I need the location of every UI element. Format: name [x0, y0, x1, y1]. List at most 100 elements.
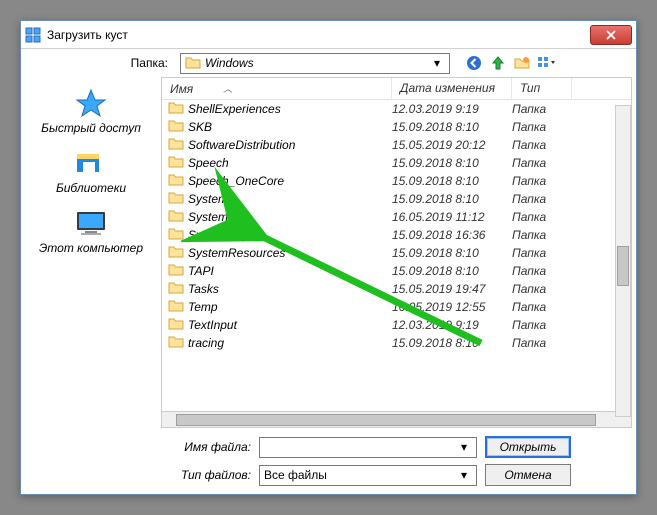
file-type: Папка	[512, 336, 572, 350]
filetype-label: Тип файлов:	[29, 468, 251, 482]
file-date: 16.05.2019 11:12	[392, 210, 512, 224]
file-type: Папка	[512, 300, 572, 314]
table-row[interactable]: SystemResources15.09.2018 8:10Папка	[162, 244, 631, 262]
back-icon[interactable]	[464, 53, 484, 73]
file-type: Папка	[512, 192, 572, 206]
place-libraries[interactable]: Библиотеки	[56, 147, 126, 195]
open-button[interactable]: Открыть	[485, 436, 571, 458]
chevron-down-icon: ▾	[456, 440, 472, 454]
file-date: 15.05.2019 20:12	[392, 138, 512, 152]
file-name: TAPI	[188, 264, 214, 278]
body-area: Быстрый доступ Библиотеки Этот компьютер…	[21, 77, 636, 428]
file-name: Tasks	[188, 282, 219, 296]
table-row[interactable]: Temp 16.05.2019 12:55Папка	[162, 298, 631, 316]
file-type: Папка	[512, 102, 572, 116]
table-row[interactable]: tracing 15.09.2018 8:10Папка	[162, 334, 631, 352]
star-icon	[73, 87, 109, 119]
file-date: 15.05.2019 19:47	[392, 282, 512, 296]
folder-icon	[168, 173, 184, 190]
file-name: SoftwareDistribution	[188, 138, 295, 152]
horizontal-scrollbar[interactable]	[162, 411, 631, 427]
place-label: Этот компьютер	[39, 241, 143, 255]
table-row[interactable]: ShellExperiences12.03.2019 9:19Папка	[162, 100, 631, 118]
folder-icon	[168, 209, 184, 226]
places-bar: Быстрый доступ Библиотеки Этот компьютер	[21, 77, 161, 428]
close-button[interactable]	[590, 25, 632, 45]
file-date: 15.09.2018 8:10	[392, 120, 512, 134]
folder-icon	[168, 155, 184, 172]
folder-icon	[168, 299, 184, 316]
place-label: Библиотеки	[56, 181, 126, 195]
vertical-scrollbar[interactable]	[615, 105, 631, 417]
file-name: ShellExperiences	[188, 102, 281, 116]
table-row[interactable]: SoftwareDistribution 15.05.2019 20:12Папк…	[162, 136, 631, 154]
place-quick-access[interactable]: Быстрый доступ	[41, 87, 141, 135]
file-date: 15.09.2018 8:10	[392, 264, 512, 278]
table-row[interactable]: Tasks15.05.2019 19:47Папка	[162, 280, 631, 298]
file-name: Speech_OneCore	[188, 174, 284, 188]
table-row[interactable]: TAPI 15.09.2018 8:10Папка	[162, 262, 631, 280]
file-type: Папка	[512, 210, 572, 224]
folder-icon	[168, 335, 184, 352]
file-open-dialog: Загрузить куст Папка: Windows ▾ Быстрый …	[20, 20, 637, 495]
scrollbar-thumb[interactable]	[617, 246, 629, 286]
file-name: SystemResources	[188, 246, 285, 260]
file-type: Папка	[512, 120, 572, 134]
file-date: 15.09.2018 8:10	[392, 174, 512, 188]
table-row[interactable]: TextInput 12.03.2019 9:19Папка	[162, 316, 631, 334]
folder-icon	[185, 55, 201, 71]
column-name[interactable]: Имя︿	[162, 78, 392, 99]
bottom-panel: Имя файла: ▾ Открыть Тип файлов: Все фай…	[21, 428, 636, 494]
table-row[interactable]: System 15.09.2018 8:10Папка	[162, 190, 631, 208]
file-type: Папка	[512, 318, 572, 332]
folder-icon	[168, 101, 184, 118]
new-folder-icon[interactable]	[512, 53, 532, 73]
folder-name: Windows	[205, 56, 429, 70]
filetype-dropdown[interactable]: Все файлы ▾	[259, 465, 477, 486]
sort-indicator-icon: ︿	[223, 82, 232, 95]
table-row[interactable]: Speech15.09.2018 8:10Папка	[162, 154, 631, 172]
app-icon	[25, 27, 41, 43]
folder-icon	[168, 119, 184, 136]
folder-label: Папка:	[29, 56, 174, 70]
folder-icon	[168, 317, 184, 334]
cancel-button[interactable]: Отмена	[485, 464, 571, 486]
up-icon[interactable]	[488, 53, 508, 73]
table-row[interactable]: Speech_OneCore15.09.2018 8:10Папка	[162, 172, 631, 190]
file-date: 15.09.2018 8:10	[392, 192, 512, 206]
column-date[interactable]: Дата изменения	[392, 78, 512, 99]
file-date: 15.09.2018 16:36	[392, 228, 512, 242]
monitor-icon	[73, 207, 109, 239]
file-type: Папка	[512, 228, 572, 242]
file-type: Папка	[512, 138, 572, 152]
list-body[interactable]: ShellExperiences12.03.2019 9:19ПапкаSKB1…	[162, 100, 631, 411]
folder-dropdown[interactable]: Windows ▾	[180, 53, 450, 74]
filename-label: Имя файла:	[29, 440, 251, 454]
file-name: Temp	[188, 300, 218, 314]
file-date: 12.03.2019 9:19	[392, 318, 512, 332]
table-row[interactable]: SystemApps 15.09.2018 16:36Папка	[162, 226, 631, 244]
table-row[interactable]: System3216.05.2019 11:12Папка	[162, 208, 631, 226]
chevron-down-icon: ▾	[456, 468, 472, 482]
column-type[interactable]: Тип	[512, 78, 572, 99]
libraries-icon	[73, 147, 109, 179]
file-name: Speech	[188, 156, 229, 170]
file-date: 16.05.2019 12:55	[392, 300, 512, 314]
file-name: tracing	[188, 336, 224, 350]
file-date: 15.09.2018 8:10	[392, 336, 512, 350]
window-title: Загрузить куст	[47, 28, 590, 42]
file-name: System	[188, 192, 228, 206]
table-row[interactable]: SKB15.09.2018 8:10Папка	[162, 118, 631, 136]
file-name: SystemApps	[188, 228, 255, 242]
file-type: Папка	[512, 264, 572, 278]
folder-icon	[168, 137, 184, 154]
chevron-down-icon: ▾	[429, 56, 445, 70]
file-name: TextInput	[188, 318, 237, 332]
place-this-pc[interactable]: Этот компьютер	[39, 207, 143, 255]
view-menu-icon[interactable]	[536, 53, 556, 73]
folder-icon	[168, 191, 184, 208]
filename-input[interactable]: ▾	[259, 437, 477, 458]
file-type: Папка	[512, 246, 572, 260]
scrollbar-thumb[interactable]	[176, 414, 596, 426]
list-header: Имя︿ Дата изменения Тип	[162, 78, 631, 100]
